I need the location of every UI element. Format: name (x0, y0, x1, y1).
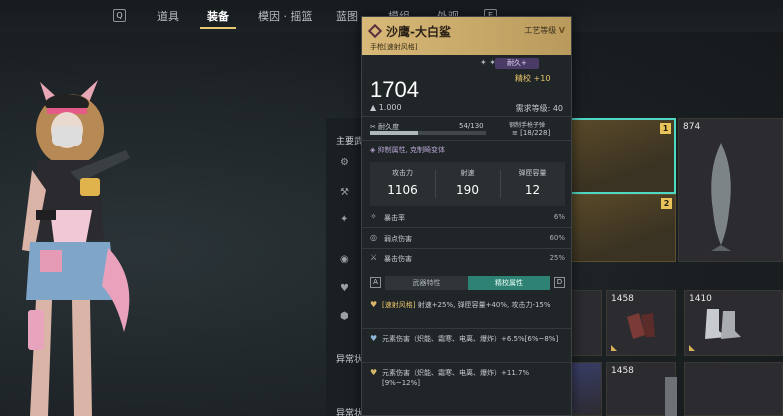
fish-icon (711, 143, 731, 251)
divider (362, 116, 571, 117)
stat-fire-rate: 射速 190 (456, 169, 479, 197)
stats-box: 攻击力 1106 射速 190 弹匣容量 12 (370, 162, 565, 206)
attr-crit-damage: ⚔ 暴击伤害 25% (370, 253, 565, 263)
durability-value: 54/130 (459, 122, 484, 130)
refine-mod-3: ♥ 元素伤害（炽能、霜寒、电离、爆炸）+11.7%[9%~12%] (370, 368, 530, 387)
gloves-icon (627, 313, 655, 339)
divider (362, 328, 571, 329)
tab-key-a: A (370, 277, 381, 288)
tab-items[interactable]: 道具 (157, 8, 179, 24)
weapon-trait: ◈ 抑制属性, 克制畸变体 (370, 146, 446, 154)
durability-fill (370, 131, 419, 135)
tab-key-d: D (554, 277, 565, 288)
slot-number-badge: 1 (660, 123, 671, 134)
slot-number-badge: 2 (661, 198, 672, 209)
pants-icon (665, 377, 677, 416)
inventory-slot[interactable] (684, 362, 783, 416)
mod-icon: ♥ (370, 368, 378, 377)
weapon-slot-icon[interactable]: ⚒ (340, 187, 349, 198)
durable-tag: 耐久+ (495, 58, 539, 69)
stat-magazine: 弹匣容量 12 (518, 169, 547, 197)
weapon-type-icon (367, 23, 383, 39)
craft-level: 工艺等级 V (524, 26, 565, 35)
refine-mod-2: ♥ 元素伤害（炽能、霜寒、电离、爆炸）+6.5%[6%~8%] (370, 334, 559, 343)
inventory-slot-pants[interactable]: 1458 (606, 362, 677, 416)
durability-bar (370, 131, 486, 135)
divider (362, 248, 571, 249)
character-figure (22, 80, 130, 416)
item-value: 1458 (611, 366, 634, 376)
tab-weapon-traits[interactable]: 武器特性 (385, 276, 468, 290)
claw-icon: ⚔ (370, 253, 378, 262)
item-power: 1704 (370, 77, 419, 102)
tab-equipment[interactable]: 装备 (207, 8, 229, 24)
rarity-marker (689, 345, 695, 351)
inventory-slot-weapon-2[interactable]: 2 (566, 194, 676, 262)
mod-icon: ♥ (370, 334, 378, 343)
section-abnormal-2: 异常状 (336, 409, 364, 416)
target-icon: ◎ (370, 233, 377, 242)
inventory-slot-fish[interactable]: 874 (678, 118, 783, 262)
status-icons: ✦ ✦ (480, 58, 496, 67)
mod-icon: ♥ (370, 300, 378, 309)
divider (362, 140, 571, 141)
tab-blueprint[interactable]: 蓝图 (336, 8, 358, 24)
tab-refine-attributes[interactable]: 精校属性 (468, 276, 550, 290)
attr-weakspot-damage: ◎ 弱点伤害 60% (370, 233, 565, 243)
section-main-weapon: 主要武 (336, 137, 364, 147)
item-tooltip: 沙鹰-大白鲨 工艺等级 V 手枪[速射风格] ✦ ✦ 耐久+ 精校 +10 17… (361, 16, 572, 416)
item-value: 874 (683, 122, 701, 132)
required-level: 需求等级: 40 (515, 104, 563, 113)
boots-icon (705, 309, 741, 339)
crosshair-icon: ✧ (370, 212, 377, 221)
divider (362, 362, 571, 363)
inventory-slot-gloves[interactable]: 1458 (606, 290, 676, 356)
active-tab-underline (200, 27, 236, 29)
weapon-slot-icon[interactable]: ⚙ (340, 157, 349, 168)
tab-meme-cradle[interactable]: 模因 · 摇篮 (258, 8, 313, 24)
item-title: 沙鹰-大白鲨 (386, 25, 451, 39)
inventory-slot-weapon-1[interactable]: 1 (566, 118, 676, 194)
item-value: 1458 (611, 294, 634, 304)
refine-mod-1: ♥ [速射风格] 射速+25%, 弹匣容量+40%, 攻击力-15% (370, 300, 551, 309)
refine-level: 精校 +10 (515, 74, 551, 83)
ammo-count: ≡ [18/228] (512, 129, 551, 137)
stat-attack: 攻击力 1106 (387, 169, 418, 197)
ammo-type: 钢制手枪子弹 (509, 122, 546, 129)
divider (362, 227, 571, 228)
item-value: 1410 (689, 294, 712, 304)
item-subtitle: 手枪[速射风格] (370, 43, 418, 51)
armor-slot-icon[interactable]: ⬢ (340, 311, 349, 322)
inventory-slot-boots[interactable]: 1410 (684, 290, 783, 356)
item-weight: ▲ 1.000 (370, 103, 402, 112)
weapon-slot-icon[interactable]: ✦ (340, 214, 348, 225)
section-abnormal: 异常状 (336, 355, 364, 365)
armor-slot-icon[interactable]: ◉ (340, 254, 349, 265)
tooltip-tabs: A 武器特性 精校属性 D (370, 276, 565, 290)
armor-slot-icon[interactable]: ♥ (340, 283, 349, 294)
rarity-marker (611, 345, 617, 351)
attr-crit-rate: ✧ 暴击率 6% (370, 212, 565, 222)
tooltip-header: 沙鹰-大白鲨 工艺等级 V 手枪[速射风格] (362, 17, 571, 55)
nav-key-q: Q (113, 9, 126, 22)
